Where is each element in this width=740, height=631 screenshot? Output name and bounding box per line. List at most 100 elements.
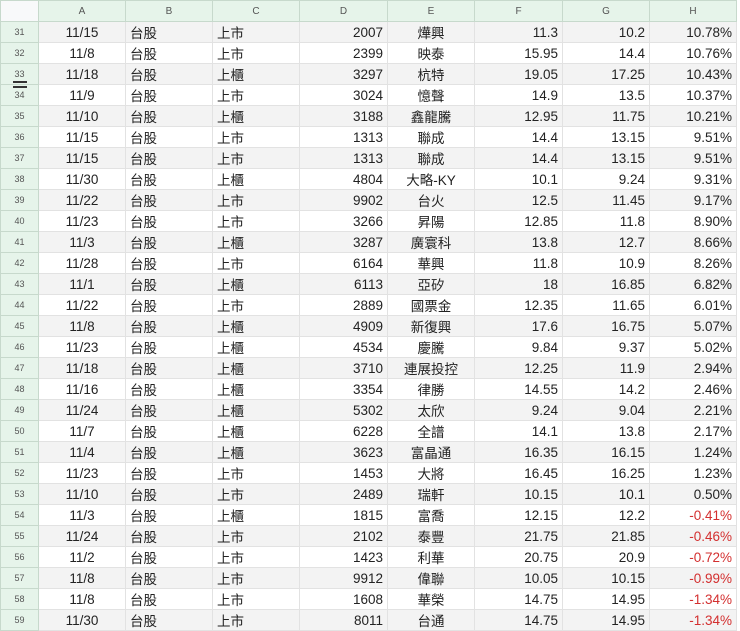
- change-percent-cell[interactable]: 0.50%: [649, 483, 737, 505]
- change-percent-cell[interactable]: 6.01%: [649, 294, 737, 316]
- row-number[interactable]: 46: [0, 336, 39, 358]
- price-cell[interactable]: 12.5: [474, 189, 563, 211]
- change-percent-cell[interactable]: -1.34%: [649, 609, 737, 631]
- market-cell[interactable]: 台股: [125, 546, 213, 568]
- exchange-cell[interactable]: 上櫃: [212, 105, 300, 127]
- date-cell[interactable]: 11/16: [38, 378, 126, 400]
- column-header-B[interactable]: B: [125, 0, 213, 22]
- price-cell[interactable]: 10.1: [562, 483, 650, 505]
- market-cell[interactable]: 台股: [125, 609, 213, 631]
- date-cell[interactable]: 11/24: [38, 399, 126, 421]
- code-cell[interactable]: 6228: [299, 420, 388, 442]
- date-cell[interactable]: 11/23: [38, 210, 126, 232]
- code-cell[interactable]: 3024: [299, 84, 388, 106]
- date-cell[interactable]: 11/8: [38, 315, 126, 337]
- price-cell[interactable]: 10.9: [562, 252, 650, 274]
- market-cell[interactable]: 台股: [125, 483, 213, 505]
- row-number[interactable]: 36: [0, 126, 39, 148]
- exchange-cell[interactable]: 上市: [212, 546, 300, 568]
- market-cell[interactable]: 台股: [125, 420, 213, 442]
- price-cell[interactable]: 10.1: [474, 168, 563, 190]
- price-cell[interactable]: 13.15: [562, 147, 650, 169]
- freeze-handle-icon[interactable]: [13, 81, 27, 83]
- name-cell[interactable]: 利華: [387, 546, 475, 568]
- change-percent-cell[interactable]: 8.26%: [649, 252, 737, 274]
- change-percent-cell[interactable]: 2.46%: [649, 378, 737, 400]
- name-cell[interactable]: 富喬: [387, 504, 475, 526]
- code-cell[interactable]: 2102: [299, 525, 388, 547]
- price-cell[interactable]: 12.35: [474, 294, 563, 316]
- change-percent-cell[interactable]: 9.31%: [649, 168, 737, 190]
- price-cell[interactable]: 13.8: [562, 420, 650, 442]
- row-number[interactable]: 45: [0, 315, 39, 337]
- row-number[interactable]: 52: [0, 462, 39, 484]
- date-cell[interactable]: 11/22: [38, 294, 126, 316]
- row-number[interactable]: 56: [0, 546, 39, 568]
- date-cell[interactable]: 11/3: [38, 231, 126, 253]
- date-cell[interactable]: 11/8: [38, 567, 126, 589]
- price-cell[interactable]: 12.25: [474, 357, 563, 379]
- row-number[interactable]: 54: [0, 504, 39, 526]
- code-cell[interactable]: 3354: [299, 378, 388, 400]
- change-percent-cell[interactable]: 10.78%: [649, 21, 737, 43]
- row-number[interactable]: 42: [0, 252, 39, 274]
- row-number[interactable]: 37: [0, 147, 39, 169]
- column-header-C[interactable]: C: [212, 0, 300, 22]
- date-cell[interactable]: 11/30: [38, 609, 126, 631]
- name-cell[interactable]: 映泰: [387, 42, 475, 64]
- row-number[interactable]: 41: [0, 231, 39, 253]
- row-number[interactable]: 51: [0, 441, 39, 463]
- price-cell[interactable]: 11.8: [562, 210, 650, 232]
- row-number[interactable]: 31: [0, 21, 39, 43]
- exchange-cell[interactable]: 上市: [212, 483, 300, 505]
- name-cell[interactable]: 鑫龍騰: [387, 105, 475, 127]
- price-cell[interactable]: 10.05: [474, 567, 563, 589]
- name-cell[interactable]: 台火: [387, 189, 475, 211]
- price-cell[interactable]: 11.8: [474, 252, 563, 274]
- price-cell[interactable]: 18: [474, 273, 563, 295]
- market-cell[interactable]: 台股: [125, 378, 213, 400]
- column-header-A[interactable]: A: [38, 0, 126, 22]
- date-cell[interactable]: 11/3: [38, 504, 126, 526]
- change-percent-cell[interactable]: 2.21%: [649, 399, 737, 421]
- name-cell[interactable]: 偉聯: [387, 567, 475, 589]
- name-cell[interactable]: 瑞軒: [387, 483, 475, 505]
- price-cell[interactable]: 15.95: [474, 42, 563, 64]
- row-number[interactable]: 40: [0, 210, 39, 232]
- column-header-D[interactable]: D: [299, 0, 388, 22]
- price-cell[interactable]: 14.55: [474, 378, 563, 400]
- row-number[interactable]: 57: [0, 567, 39, 589]
- price-cell[interactable]: 20.9: [562, 546, 650, 568]
- price-cell[interactable]: 14.75: [474, 609, 563, 631]
- exchange-cell[interactable]: 上櫃: [212, 378, 300, 400]
- market-cell[interactable]: 台股: [125, 462, 213, 484]
- change-percent-cell[interactable]: 5.07%: [649, 315, 737, 337]
- row-number[interactable]: 49: [0, 399, 39, 421]
- date-cell[interactable]: 11/24: [38, 525, 126, 547]
- name-cell[interactable]: 太欣: [387, 399, 475, 421]
- market-cell[interactable]: 台股: [125, 21, 213, 43]
- market-cell[interactable]: 台股: [125, 126, 213, 148]
- price-cell[interactable]: 13.5: [562, 84, 650, 106]
- change-percent-cell[interactable]: -0.72%: [649, 546, 737, 568]
- change-percent-cell[interactable]: 9.17%: [649, 189, 737, 211]
- name-cell[interactable]: 燁興: [387, 21, 475, 43]
- exchange-cell[interactable]: 上櫃: [212, 357, 300, 379]
- price-cell[interactable]: 12.7: [562, 231, 650, 253]
- exchange-cell[interactable]: 上市: [212, 567, 300, 589]
- name-cell[interactable]: 律勝: [387, 378, 475, 400]
- exchange-cell[interactable]: 上市: [212, 462, 300, 484]
- price-cell[interactable]: 21.85: [562, 525, 650, 547]
- date-cell[interactable]: 11/10: [38, 105, 126, 127]
- change-percent-cell[interactable]: 10.37%: [649, 84, 737, 106]
- exchange-cell[interactable]: 上市: [212, 42, 300, 64]
- price-cell[interactable]: 9.37: [562, 336, 650, 358]
- price-cell[interactable]: 9.84: [474, 336, 563, 358]
- price-cell[interactable]: 10.2: [562, 21, 650, 43]
- market-cell[interactable]: 台股: [125, 147, 213, 169]
- exchange-cell[interactable]: 上市: [212, 210, 300, 232]
- market-cell[interactable]: 台股: [125, 210, 213, 232]
- code-cell[interactable]: 6113: [299, 273, 388, 295]
- price-cell[interactable]: 10.15: [474, 483, 563, 505]
- row-number[interactable]: 58: [0, 588, 39, 610]
